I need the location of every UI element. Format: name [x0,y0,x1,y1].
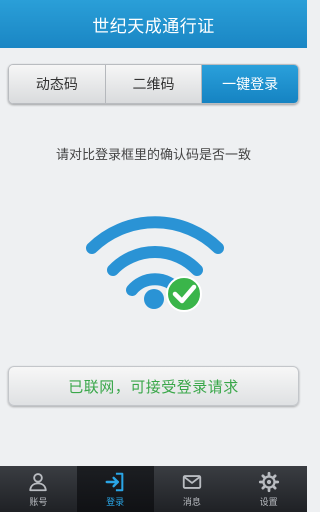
wifi-dot [144,289,164,309]
tab-qr-code[interactable]: 二维码 [105,65,203,103]
instruction-text: 请对比登录框里的确认码是否一致 [55,148,251,163]
login-method-tabs: 动态码 二维码 一键登录 [8,64,299,104]
mail-icon [182,474,202,489]
gear-icon [258,471,279,492]
nav-item-settings[interactable]: 设置 [230,466,307,512]
tab-label: 二维码 [132,77,175,93]
nav-item-messages[interactable]: 消息 [154,466,231,512]
wifi-arc-outer [86,216,224,254]
wifi-arc-middle [107,246,203,276]
nav-label: 账号 [29,497,48,508]
tab-label: 一键登录 [222,77,279,93]
page-title: 世纪天成通行证 [92,16,215,37]
login-icon [105,472,124,491]
nav-label: 登录 [106,497,125,508]
nav-item-login[interactable]: 登录 [76,466,154,512]
nav-label: 设置 [259,497,278,508]
page-title-bar: 世纪天成通行证 [0,0,307,48]
app-root: 世纪天成通行证 动态码 二维码 一键登录 请对比登录框里的确认码是否一致 已联网… [0,0,307,512]
check-badge-icon [166,276,202,312]
nav-item-account[interactable]: 账号 [0,466,77,512]
connection-status-bar: 已联网，可接受登录请求 [8,366,299,406]
nav-label: 消息 [182,497,201,508]
tab-label: 动态码 [35,77,78,93]
status-text: 已联网，可接受登录请求 [68,377,239,396]
bottom-nav: 账号 登录 消息 设置 [0,466,307,512]
person-icon [29,472,48,491]
wifi-connected-icon [86,216,224,312]
tab-one-click-login[interactable]: 一键登录 [202,65,298,103]
tab-dynamic-code[interactable]: 动态码 [9,65,106,103]
